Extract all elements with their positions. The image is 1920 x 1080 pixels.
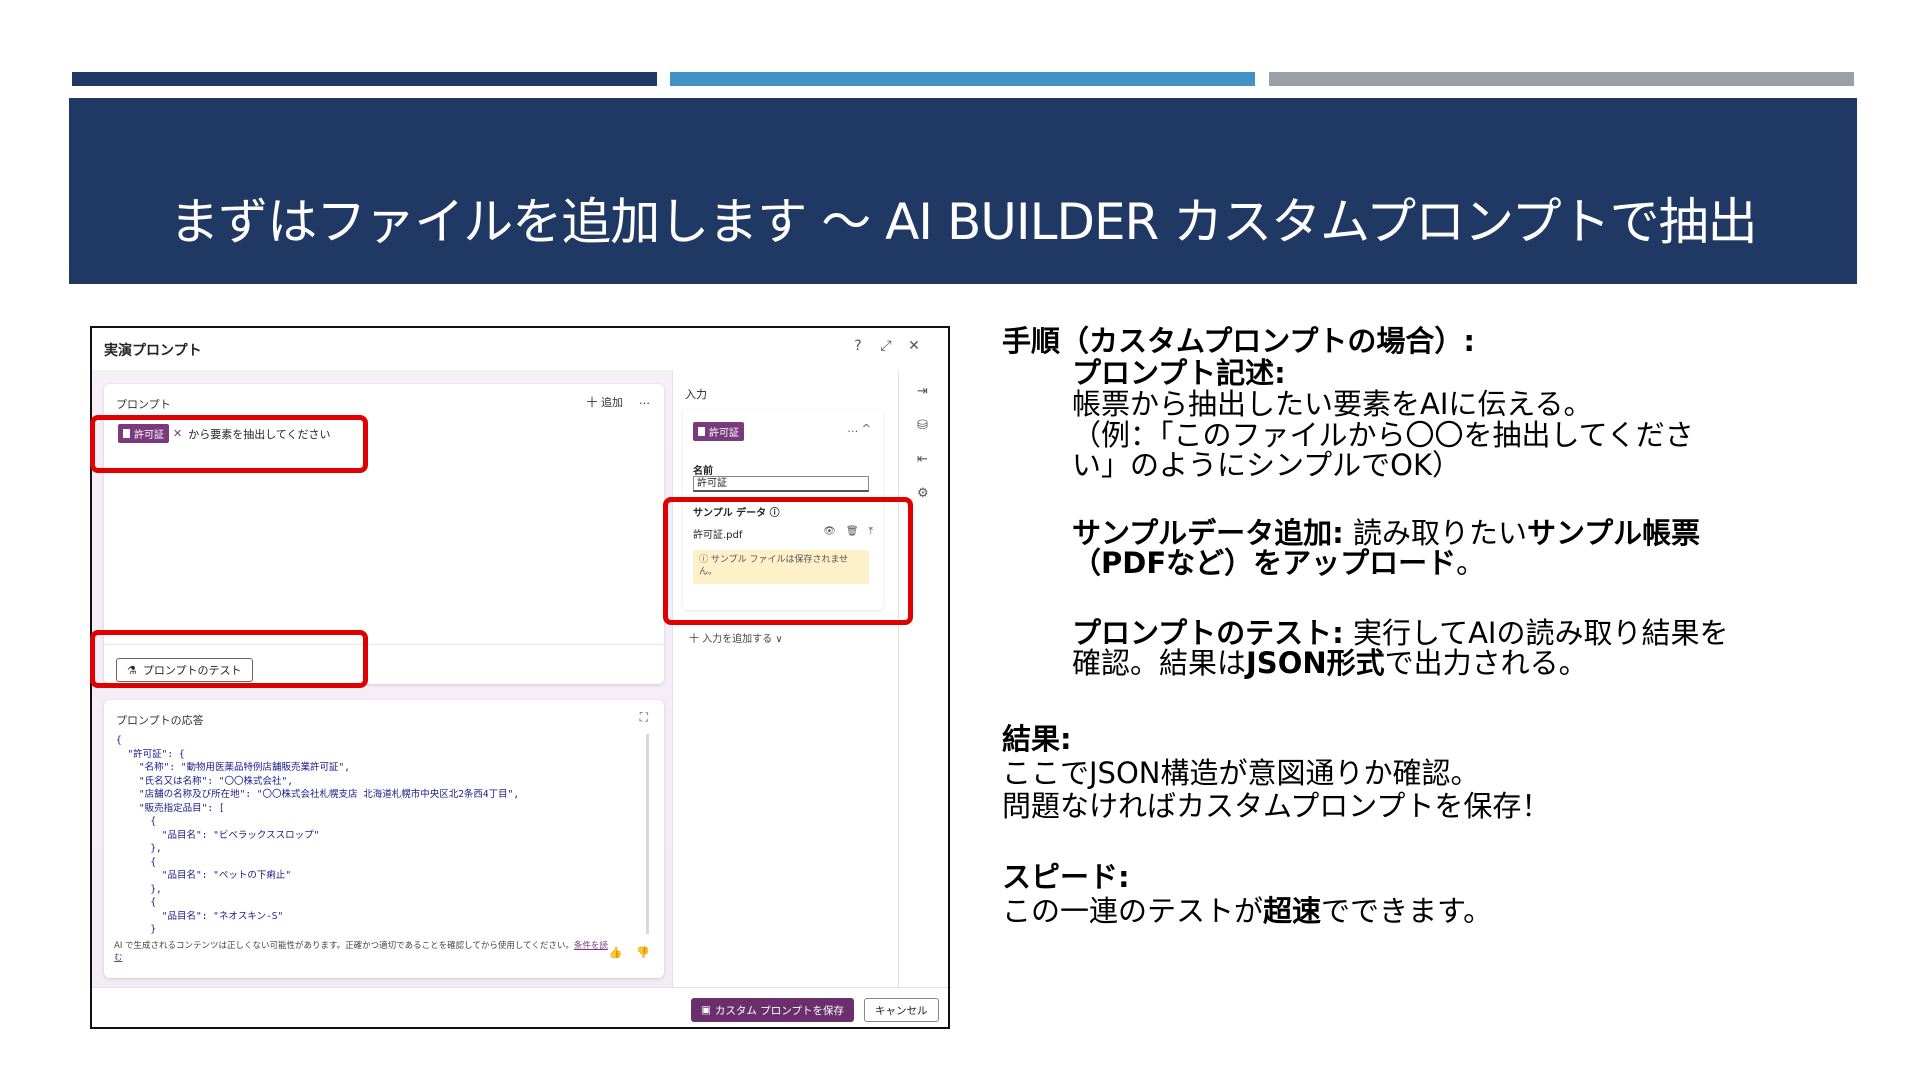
- step1-line2: （例：「このファイルから〇〇を抽出してくださ: [1072, 418, 1694, 452]
- window-title: 実演プロンプト: [104, 343, 202, 359]
- highlight-test-button: [90, 630, 368, 688]
- highlight-sample-data: [663, 497, 913, 625]
- close-icon[interactable]: ✕: [906, 338, 922, 354]
- input-pane: 入力 許可証 … ^ 名前 許可証 サンプル データ ⓘ 許可証.pdf 👁 🗑…: [672, 370, 899, 987]
- add-input-button[interactable]: 十 入力を追加する ∨: [689, 630, 783, 645]
- response-card: プロンプトの応答 ⛶ { "許可証": { "名称": "動物用医薬品特例店舗販…: [104, 700, 664, 978]
- database-icon[interactable]: ⛁: [917, 418, 928, 433]
- save-icon: ▣: [701, 1004, 711, 1016]
- fullscreen-icon[interactable]: ⛶: [640, 710, 648, 725]
- highlight-prompt-text: [90, 415, 368, 473]
- input-card-chip: 許可証: [693, 422, 744, 441]
- result-line2: 問題なければカスタムプロンプトを保存！: [1002, 789, 1551, 823]
- step1-line1: 帳票から抽出したい要素をAIに伝える。: [1072, 387, 1593, 421]
- window-footer: ▣ カスタム プロンプトを保存 キャンセル: [92, 987, 948, 1027]
- accent-bar-blue: [670, 72, 1255, 86]
- step2-line1: サンプルデータ追加: 読み取りたいサンプル帳票: [1072, 516, 1701, 550]
- prompt-label: プロンプト: [116, 398, 171, 411]
- result-line1: ここでJSON構造が意図通りか確認。: [1002, 756, 1480, 790]
- ai-disclaimer: AI で生成されるコンテンツは正しくない可能性があります。正確かつ適切であること…: [114, 940, 614, 964]
- thumbs-up-icon[interactable]: 👍: [609, 946, 623, 959]
- step1-line3: い」のようにシンプルでOK）: [1072, 448, 1461, 482]
- settings-icon[interactable]: ⚙: [917, 486, 929, 501]
- cancel-button[interactable]: キャンセル: [864, 998, 939, 1022]
- step3-line2: 確認。結果はJSON形式で出力される。: [1072, 646, 1588, 680]
- procedure-heading: 手順（カスタムプロンプトの場合）:: [1002, 324, 1475, 358]
- help-icon[interactable]: ?: [850, 338, 866, 354]
- title-band: まずはファイルを追加します ～ AI BUILDER カスタムプロンプトで抽出: [69, 98, 1857, 284]
- json-response: { "許可証": { "名称": "動物用医薬品特例店舗販売業許可証", "氏名…: [116, 734, 649, 934]
- input-card-chip-label: 許可証: [709, 428, 739, 439]
- output-icon[interactable]: ⇤: [917, 452, 928, 467]
- step1-title: プロンプト記述:: [1072, 356, 1286, 390]
- input-icon[interactable]: ⇥: [917, 384, 928, 399]
- side-icon-rail: ⇥ ⛁ ⇤ ⚙: [898, 370, 948, 987]
- speed-line: この一連のテストが超速でできます。: [1002, 894, 1493, 928]
- accent-bar-gray: [1269, 72, 1854, 86]
- add-button[interactable]: 十 追加: [587, 394, 624, 410]
- speed-heading: スピード:: [1002, 860, 1130, 894]
- response-label: プロンプトの応答: [116, 714, 204, 727]
- document-icon: [698, 427, 705, 436]
- thumbs-down-icon[interactable]: 👎: [636, 946, 650, 959]
- expand-icon[interactable]: ⤢: [878, 338, 894, 354]
- step2-line2: （PDFなど）をアップロード。: [1072, 546, 1486, 580]
- input-card-actions[interactable]: … ^: [847, 422, 871, 435]
- accent-bar-navy: [72, 72, 657, 86]
- window-header: 実演プロンプト ? ⤢ ✕: [92, 328, 948, 370]
- step3-line1: プロンプトのテスト: 実行してAIの読み取り結果を: [1072, 616, 1729, 650]
- save-custom-prompt-button[interactable]: ▣ カスタム プロンプトを保存: [691, 998, 854, 1022]
- result-heading: 結果:: [1002, 722, 1072, 756]
- name-label: 名前: [693, 466, 713, 477]
- more-options-icon[interactable]: …: [639, 394, 650, 410]
- save-label: カスタム プロンプトを保存: [714, 1004, 844, 1017]
- disclaimer-text: AI で生成されるコンテンツは正しくない可能性があります。正確かつ適切であること…: [114, 941, 574, 951]
- input-pane-title: 入力: [685, 388, 707, 401]
- name-input[interactable]: 許可証: [693, 476, 869, 492]
- slide-title: まずはファイルを追加します ～ AI BUILDER カスタムプロンプトで抽出: [169, 193, 1757, 251]
